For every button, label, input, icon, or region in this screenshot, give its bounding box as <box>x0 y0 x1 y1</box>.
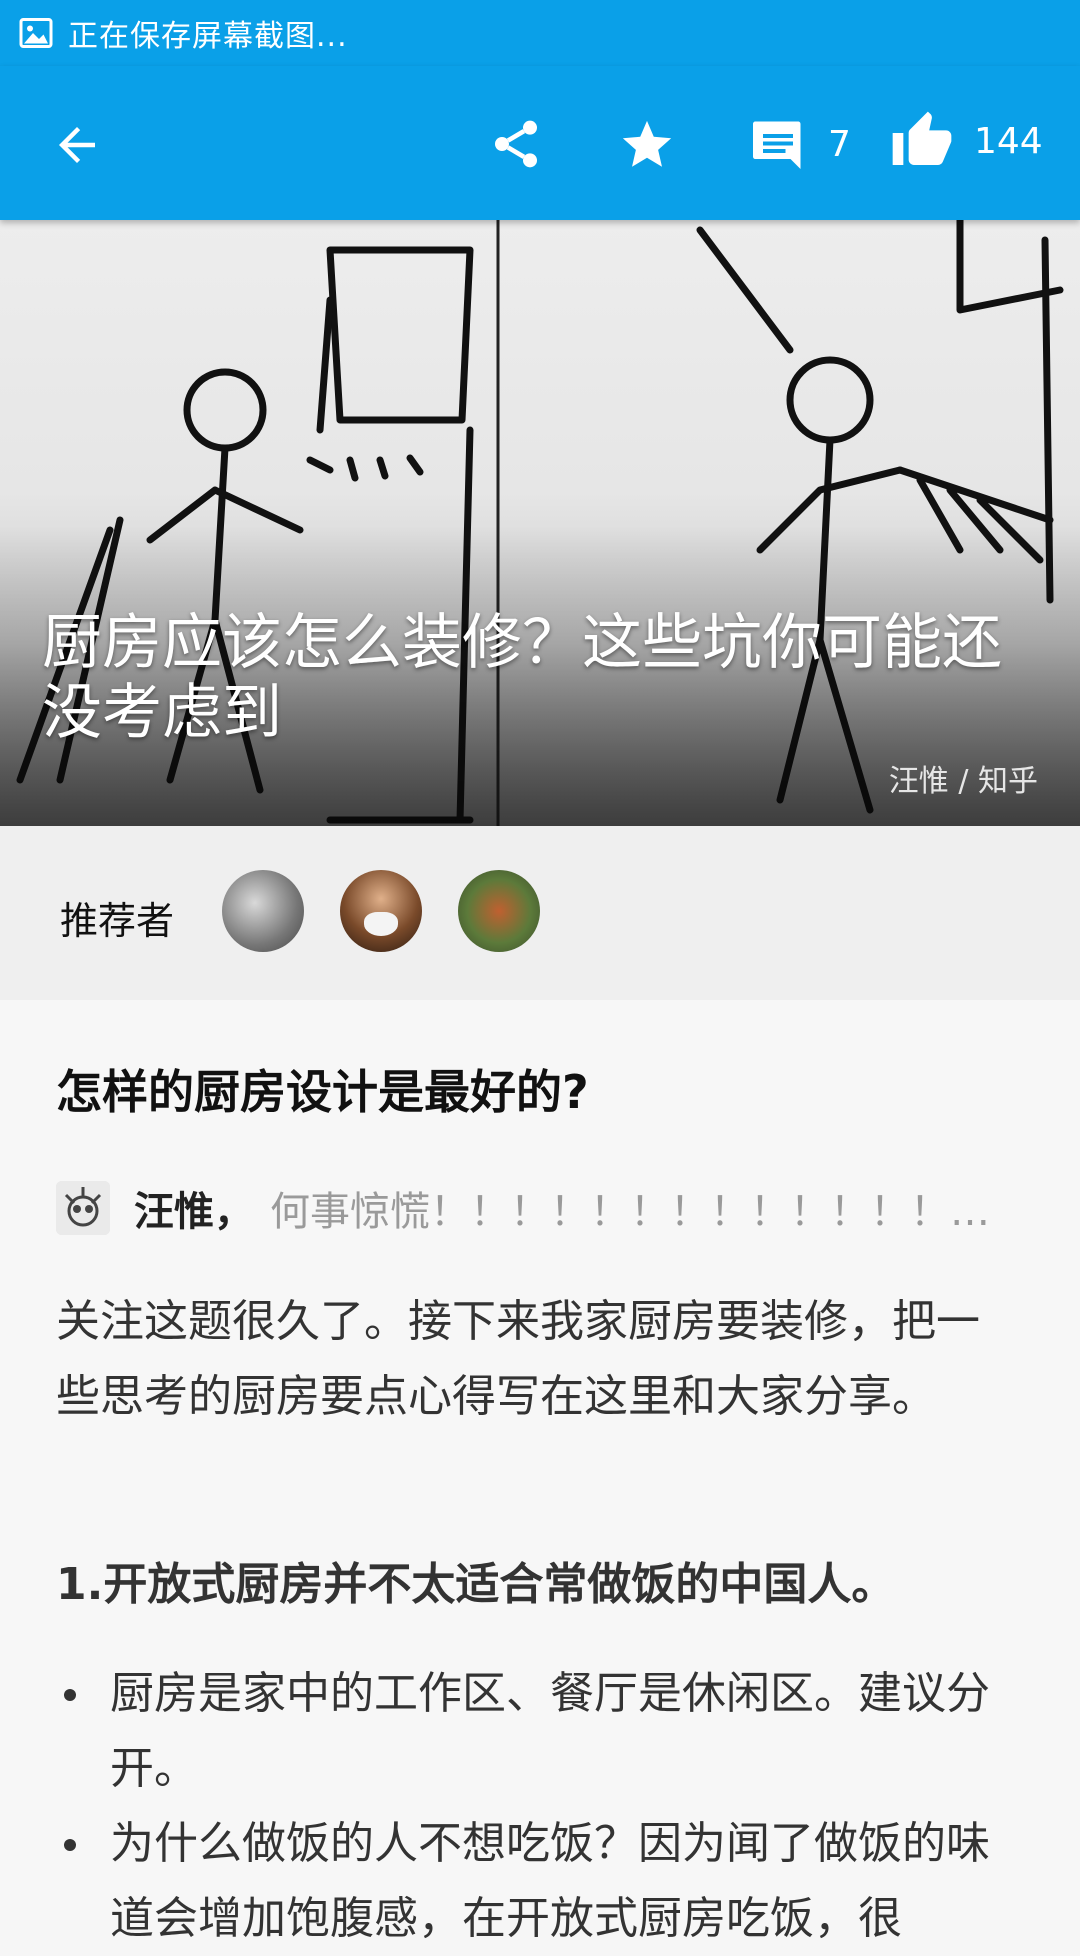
author-row[interactable]: 汪惟， 何事惊慌！！！！！！！！！！！！！！！！！！ <box>56 1180 1016 1236</box>
recommender-avatar-1[interactable] <box>222 870 304 952</box>
comment-count: 7 <box>828 123 851 165</box>
answer-intro: 关注这题很久了。接下来我家厨房要装修，把一些思考的厨房要点心得写在这里和大家分享… <box>56 1296 980 1422</box>
comment-button[interactable]: 7 <box>748 114 851 174</box>
like-count: 144 <box>974 120 1043 162</box>
article-hero[interactable]: 厨房应该怎么装修？这些坑你可能还没考虑到 汪惟 / 知乎 <box>0 220 1080 826</box>
list-item: 为什么做饭的人不想吃饭？因为闻了做饭的味道会增加饱腹感，在开放式厨房吃饭，很 <box>56 1806 1016 1956</box>
article-source: 汪惟 / 知乎 <box>888 764 1038 799</box>
section-heading-1: 1.开放式厨房并不太适合常做饭的中国人。 <box>56 1559 896 1610</box>
comment-icon <box>753 121 801 169</box>
status-text: 正在保存屏幕截图... <box>68 19 348 54</box>
author-bio: 何事惊慌！！！！！！！！！！！！！！！！！！ <box>270 1189 1010 1235</box>
share-icon <box>495 120 537 168</box>
share-button[interactable] <box>488 116 544 172</box>
like-button[interactable]: 144 <box>890 108 1043 174</box>
status-bar: 正在保存屏幕截图... <box>0 0 1080 66</box>
question-title[interactable]: 怎样的厨房设计是最好的? <box>56 1056 589 1122</box>
arrow-back-icon <box>59 127 95 163</box>
recommenders-section: 推荐者 <box>0 826 1080 1001</box>
article-title: 厨房应该怎么装修？这些坑你可能还没考虑到 <box>42 608 1002 748</box>
author-name[interactable]: 汪惟， <box>134 1179 254 1237</box>
thumbs-up-icon <box>892 111 952 165</box>
bullet-list: 厨房是家中的工作区、餐厅是休闲区。建议分开。 为什么做饭的人不想吃饭？因为闻了做… <box>56 1656 1016 1956</box>
recommender-avatar-2[interactable] <box>340 870 422 952</box>
favorite-button[interactable] <box>618 116 676 174</box>
recommenders-label: 推荐者 <box>60 899 175 943</box>
answer-content: 怎样的厨房设计是最好的? 汪惟， 何事惊慌！！！！！！！！！！！！！！！！！！ … <box>0 1000 1080 1944</box>
star-icon <box>622 120 672 167</box>
back-button[interactable] <box>50 118 104 172</box>
top-toolbar: 7 144 <box>0 66 1080 220</box>
image-icon <box>19 18 53 48</box>
recommender-avatar-3[interactable] <box>458 870 540 952</box>
author-avatar-image <box>56 1181 110 1235</box>
author-avatar[interactable] <box>56 1181 110 1235</box>
list-item: 厨房是家中的工作区、餐厅是休闲区。建议分开。 <box>56 1656 1016 1806</box>
